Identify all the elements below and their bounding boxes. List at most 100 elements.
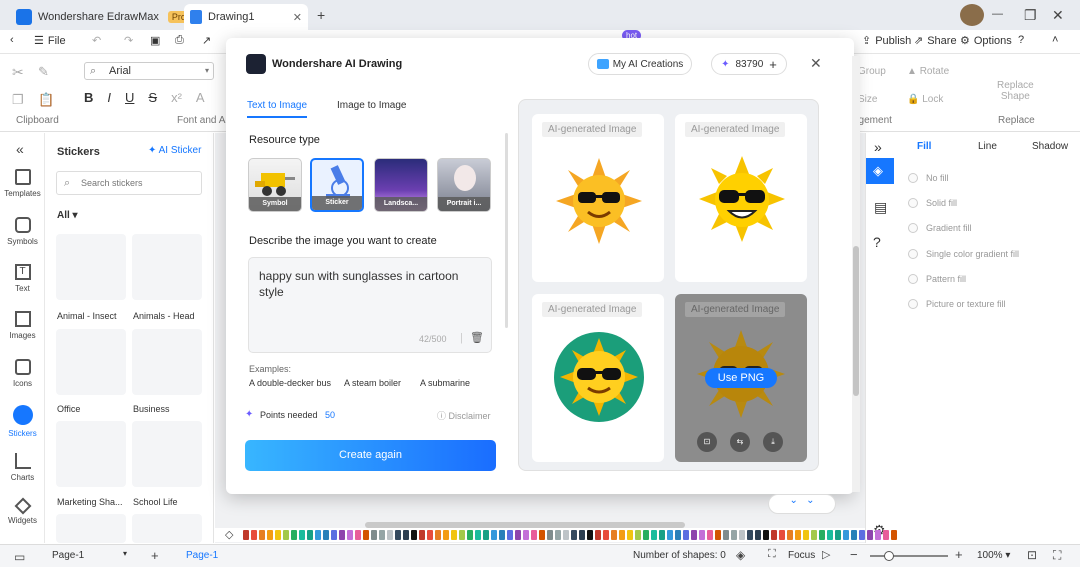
use-png-button[interactable]: Use PNG <box>705 368 777 388</box>
color-swatch[interactable] <box>619 530 625 540</box>
italic-icon[interactable]: I <box>107 90 111 105</box>
tab-fill[interactable]: Fill <box>917 141 931 152</box>
color-swatch[interactable] <box>395 530 401 540</box>
rail-text[interactable]: T Text <box>0 264 45 293</box>
color-swatch[interactable] <box>323 530 329 540</box>
color-swatch[interactable] <box>587 530 593 540</box>
color-swatch[interactable] <box>419 530 425 540</box>
color-swatch[interactable] <box>459 530 465 540</box>
subscript-icon[interactable]: A <box>196 90 205 105</box>
fill-option[interactable]: Pattern fill <box>908 274 966 284</box>
play-icon[interactable]: ▷ <box>822 548 830 561</box>
zoom-slider[interactable] <box>870 551 948 561</box>
file-menu[interactable]: ☰ File <box>34 34 66 48</box>
color-swatch[interactable] <box>371 530 377 540</box>
insert-icon[interactable]: ⊡ <box>697 432 717 452</box>
color-swatch[interactable] <box>267 530 273 540</box>
zoom-slider-thumb[interactable] <box>884 551 894 561</box>
color-swatch[interactable] <box>411 530 417 540</box>
help-icon[interactable]: ? <box>1018 34 1024 46</box>
strikethrough-icon[interactable]: S <box>148 90 157 105</box>
color-swatch[interactable] <box>819 530 825 540</box>
page-select[interactable]: Page-1 ▾ <box>44 549 132 564</box>
color-swatch[interactable] <box>427 530 433 540</box>
fill-option[interactable]: Single color gradient fill <box>908 249 1019 259</box>
color-swatch[interactable] <box>443 530 449 540</box>
color-swatch[interactable] <box>339 530 345 540</box>
color-swatch[interactable] <box>451 530 457 540</box>
rail-symbols[interactable]: Symbols <box>0 217 45 246</box>
avatar[interactable] <box>960 4 984 26</box>
bold-icon[interactable]: B <box>84 90 93 105</box>
sticker-pack-insect[interactable] <box>56 234 126 300</box>
color-swatch[interactable] <box>571 530 577 540</box>
redo-icon[interactable]: ↷ <box>124 34 133 47</box>
create-again-button[interactable]: Create again <box>245 440 496 471</box>
replace-shape-button[interactable]: Replace Shape <box>997 80 1034 102</box>
color-swatch[interactable] <box>403 530 409 540</box>
sticker-pack-more[interactable] <box>56 514 126 543</box>
color-swatch[interactable] <box>515 530 521 540</box>
color-swatch[interactable] <box>467 530 473 540</box>
color-swatch[interactable] <box>315 530 321 540</box>
color-swatch[interactable] <box>563 530 569 540</box>
tab-drawing1[interactable]: Drawing1 ✕ <box>184 4 308 30</box>
zoom-in-icon[interactable]: + <box>955 547 963 562</box>
expand-icon[interactable]: » <box>874 139 882 155</box>
zoom-level[interactable]: 100% ▾ <box>977 550 1010 561</box>
close-tab-icon[interactable]: ✕ <box>293 11 302 24</box>
color-swatch[interactable] <box>795 530 801 540</box>
color-swatch[interactable] <box>355 530 361 540</box>
color-swatch[interactable] <box>243 530 249 540</box>
page-tab[interactable]: Page-1 <box>186 550 218 561</box>
color-swatch[interactable] <box>627 530 633 540</box>
size-button[interactable]: Size <box>858 94 877 105</box>
color-swatch[interactable] <box>611 530 617 540</box>
tab-app[interactable]: Wondershare EdrawMax Pro <box>10 4 196 30</box>
focus-label[interactable]: Focus <box>788 550 815 561</box>
layers-icon[interactable]: ◈ <box>736 548 745 562</box>
color-swatch[interactable] <box>843 530 849 540</box>
color-swatch[interactable] <box>531 530 537 540</box>
color-swatch[interactable] <box>283 530 289 540</box>
color-swatch[interactable] <box>251 530 257 540</box>
color-swatch[interactable] <box>811 530 817 540</box>
color-swatch[interactable] <box>803 530 809 540</box>
fill-option[interactable]: Solid fill <box>908 198 957 208</box>
color-swatch[interactable] <box>483 530 489 540</box>
rail-widgets[interactable]: Widgets <box>0 497 45 525</box>
result-image-3[interactable]: AI-generated Image <box>532 294 664 462</box>
color-swatch[interactable] <box>851 530 857 540</box>
color-swatch[interactable] <box>331 530 337 540</box>
type-landscape[interactable]: Landsca... <box>374 158 428 212</box>
sticker-pack-animal-head[interactable] <box>132 234 202 300</box>
tab-text-to-image[interactable]: Text to Image <box>247 100 307 111</box>
trash-icon[interactable]: 🗑 <box>470 331 484 344</box>
vertical-scrollbar[interactable] <box>852 56 860 492</box>
new-tab-icon[interactable]: + <box>317 7 325 23</box>
color-swatch[interactable] <box>603 530 609 540</box>
color-swatch[interactable] <box>275 530 281 540</box>
color-swatch[interactable] <box>507 530 513 540</box>
color-swatch[interactable] <box>667 530 673 540</box>
color-swatch[interactable] <box>747 530 753 540</box>
add-points-icon[interactable]: + <box>769 57 777 72</box>
color-swatch[interactable] <box>659 530 665 540</box>
color-swatch[interactable] <box>883 530 889 540</box>
color-swatch[interactable] <box>579 530 585 540</box>
color-swatch[interactable] <box>691 530 697 540</box>
scroll-thumb[interactable] <box>853 246 859 396</box>
share-button[interactable]: ⇗ Share <box>914 34 957 48</box>
lock-button[interactable]: 🔒 Lock <box>907 94 943 105</box>
color-swatch[interactable] <box>827 530 833 540</box>
color-swatch[interactable] <box>499 530 505 540</box>
close-dialog-icon[interactable]: ✕ <box>810 55 822 72</box>
superscript-icon[interactable]: x² <box>171 90 182 105</box>
format-painter-icon[interactable]: ✎ <box>38 64 49 80</box>
rail-charts[interactable]: Charts <box>0 453 45 482</box>
color-swatch[interactable] <box>675 530 681 540</box>
print-icon[interactable]: ⎙ <box>175 34 184 47</box>
layout-icon[interactable]: ▭ <box>14 550 25 564</box>
focus-icon[interactable]: ⛶ <box>768 548 776 561</box>
rail-images[interactable]: Images <box>0 311 45 340</box>
